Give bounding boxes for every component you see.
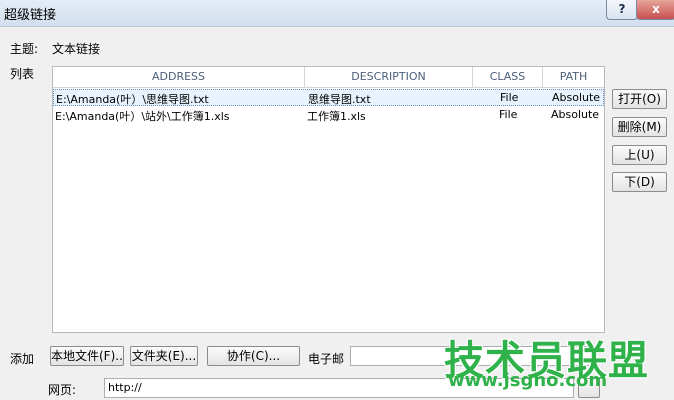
row-class: File (499, 108, 518, 121)
list-header: ADDRESS DESCRIPTION CLASS PATH (53, 67, 604, 88)
delete-button[interactable]: 删除(M) (612, 117, 667, 137)
local-file-button[interactable]: 本地文件(F)... (50, 346, 124, 366)
row-address: E:\Amanda(叶）\思维导图.txt (56, 93, 209, 106)
list-row[interactable]: E:\Amanda(叶）\思维导图.txt 思维导图.txt File Abso… (53, 89, 604, 106)
watermark-url: www.jsgho.com (448, 370, 608, 391)
web-label: 网页: (48, 383, 77, 397)
email-label: 电子邮 (308, 352, 345, 366)
row-path: Absolute (551, 108, 600, 121)
hyperlink-list[interactable]: ADDRESS DESCRIPTION CLASS PATH E:\Amanda… (52, 66, 605, 333)
row-class: File (500, 91, 519, 104)
list-row[interactable]: E:\Amanda(叶）\站外\工作簿1.xls 工作簿1.xls File A… (53, 107, 604, 124)
close-button[interactable]: x (636, 0, 674, 20)
column-header-description[interactable]: DESCRIPTION (305, 67, 473, 87)
row-path: Absolute (552, 91, 601, 104)
window-title: 超级链接 (4, 8, 57, 23)
title-bar: 超级链接 ? x (0, 0, 674, 27)
open-button[interactable]: 打开(O) (612, 89, 667, 109)
row-address: E:\Amanda(叶）\站外\工作簿1.xls (55, 110, 230, 123)
move-up-button[interactable]: 上(U) (612, 145, 667, 165)
subject-label: 主题: (10, 42, 39, 56)
move-down-button[interactable]: 下(D) (612, 172, 667, 192)
action-button[interactable]: 协作(C)... (207, 346, 300, 366)
folder-button[interactable]: 文件夹(E)... (130, 346, 198, 366)
row-description: 思维导图.txt (308, 93, 371, 106)
column-header-path[interactable]: PATH (543, 67, 604, 87)
list-label: 列表 (10, 67, 35, 81)
help-button[interactable]: ? (606, 0, 638, 20)
column-header-address[interactable]: ADDRESS (53, 67, 305, 87)
row-description: 工作簿1.xls (307, 110, 366, 123)
add-label: 添加 (10, 352, 35, 366)
column-header-class[interactable]: CLASS (473, 67, 543, 87)
subject-value: 文本链接 (52, 42, 101, 56)
